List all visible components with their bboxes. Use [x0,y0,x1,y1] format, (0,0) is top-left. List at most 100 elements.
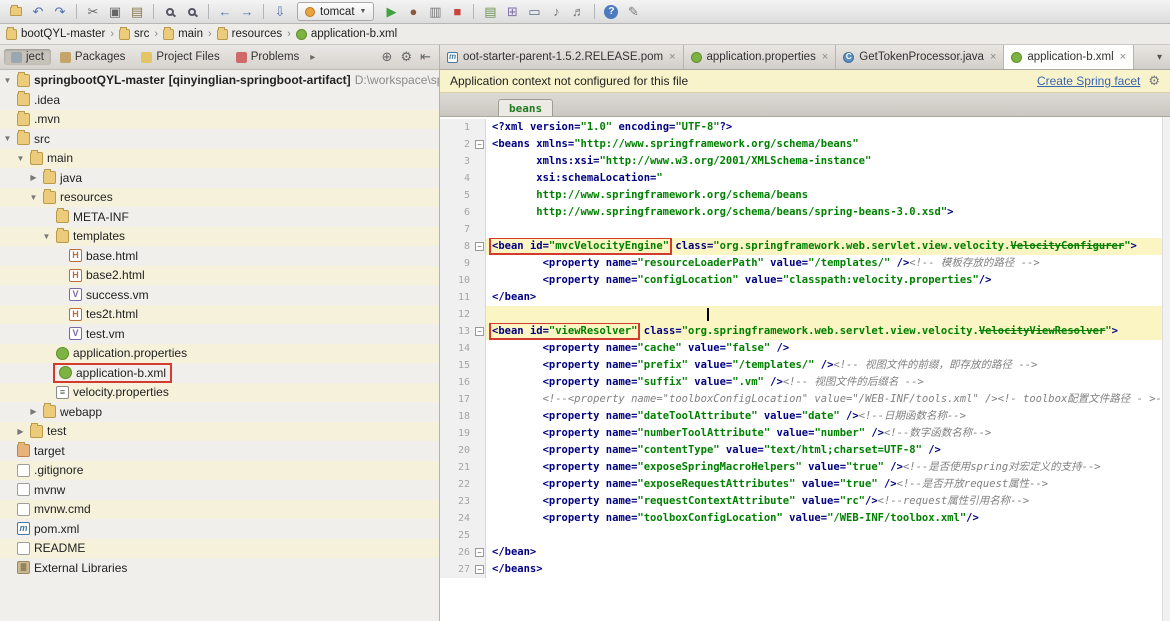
chevron-down-icon[interactable]: ▼ [15,154,26,163]
tree-item-meta-inf[interactable]: META-INF [0,207,439,227]
breadcrumb-item-src[interactable]: src [119,28,149,40]
back-icon[interactable]: ← [215,3,235,21]
help-icon[interactable]: ? [604,5,618,19]
panel-tab-problems[interactable]: Problems [229,49,307,65]
tree-item-tes2t-html[interactable]: Htes2t.html [0,305,439,325]
chevron-right-icon[interactable]: ▶ [15,427,26,436]
tree-item-test[interactable]: ▶test [0,422,439,442]
fold-icon[interactable]: − [475,548,484,557]
fold-icon[interactable]: − [475,565,484,574]
chevron-down-icon[interactable]: ▼ [2,134,13,143]
code-line-16[interactable]: 16 <property name="suffix" value=".vm" /… [440,374,1162,391]
code-line-15[interactable]: 15 <property name="prefix" value="/templ… [440,357,1162,374]
banner-settings-gear-icon[interactable]: ⚙ [1148,73,1160,89]
close-icon[interactable]: × [1120,51,1126,63]
code-line-27[interactable]: 27−</beans> [440,561,1162,578]
tree-item-test-vm[interactable]: Vtest.vm [0,324,439,344]
preview-icon[interactable]: ▭ [524,3,544,21]
hide-panel-icon[interactable]: ⇤ [420,49,431,65]
music-icon[interactable]: ♪ [546,3,566,21]
tree-item-main[interactable]: ▼main [0,149,439,169]
code-line-3[interactable]: 3 xmlns:xsi="http://www.w3.org/2001/XMLS… [440,153,1162,170]
tree-item-application-properties[interactable]: application.properties [0,344,439,364]
redo-icon[interactable]: ↷ [50,3,70,21]
tree-item-templates[interactable]: ▼templates [0,227,439,247]
code-line-12[interactable]: 12 [440,306,1162,323]
code-line-19[interactable]: 19 <property name="numberToolAttribute" … [440,425,1162,442]
structure-tab-beans[interactable]: beans [498,99,553,116]
scroll-from-source-icon[interactable]: ⊕ [382,49,393,65]
tree-item-mvnw[interactable]: mvnw [0,480,439,500]
code-line-6[interactable]: 6 http://www.springframework.org/schema/… [440,204,1162,221]
undo-icon[interactable]: ↶ [28,3,48,21]
code-line-20[interactable]: 20 <property name="contentType" value="t… [440,442,1162,459]
edit-config-icon[interactable]: ✎ [623,3,643,21]
chevron-down-icon[interactable]: ▼ [2,76,13,85]
tree-item-gitignore[interactable]: .gitignore [0,461,439,481]
tree-item-success-vm[interactable]: Vsuccess.vm [0,285,439,305]
code-line-14[interactable]: 14 <property name="cache" value="false" … [440,340,1162,357]
panel-tab-packages[interactable]: Packages [53,49,133,65]
fold-icon[interactable]: − [475,242,484,251]
chevron-right-icon[interactable]: ▶ [28,173,39,182]
editor-scrollbar[interactable] [1162,117,1170,621]
tree-item-application-b-xml[interactable]: application-b.xml [0,363,439,383]
tree-item-velocity-properties[interactable]: ≡velocity.properties [0,383,439,403]
panel-tab-project-files[interactable]: Project Files [134,49,226,65]
tree-item-pom-xml[interactable]: mpom.xml [0,519,439,539]
cut-icon[interactable]: ✂ [83,3,103,21]
close-icon[interactable]: × [669,51,675,63]
macros-icon[interactable]: ♬ [568,3,588,21]
code-line-22[interactable]: 22 <property name="exposeRequestAttribut… [440,476,1162,493]
breadcrumb-item-bootqyl-master[interactable]: bootQYL-master [6,28,105,40]
chevron-down-icon[interactable]: ▼ [28,193,39,202]
tree-item-resources[interactable]: ▼resources [0,188,439,208]
run-icon[interactable]: ▶ [381,3,401,21]
editor-tab-gettokenprocessor-java[interactable]: CGetTokenProcessor.java× [836,45,1004,69]
fold-icon[interactable]: − [475,140,484,149]
settings-gear-icon[interactable]: ⚙ [400,49,412,65]
project-structure-icon[interactable]: ⊞ [502,3,522,21]
code-line-7[interactable]: 7 [440,221,1162,238]
update-project-icon[interactable]: ⇩ [270,3,290,21]
paste-icon[interactable]: ▤ [127,3,147,21]
breadcrumb-item-application-b-xml[interactable]: application-b.xml [296,28,397,40]
tree-item-external-libraries[interactable]: ≣External Libraries [0,558,439,578]
coverage-icon[interactable]: ▥ [425,3,445,21]
code-line-26[interactable]: 26−</bean> [440,544,1162,561]
code-line-2[interactable]: 2−<beans xmlns="http://www.springframewo… [440,136,1162,153]
tree-item-base2-html[interactable]: Hbase2.html [0,266,439,286]
breadcrumb-item-resources[interactable]: resources [217,28,283,40]
code-line-5[interactable]: 5 http://www.springframework.org/schema/… [440,187,1162,204]
code-line-21[interactable]: 21 <property name="exposeSpringMacroHelp… [440,459,1162,476]
code-line-10[interactable]: 10 <property name="configLocation" value… [440,272,1162,289]
tree-root[interactable]: ▼ springbootQYL-master [qinyinglian-spri… [0,70,439,90]
fold-icon[interactable]: − [475,327,484,336]
code-line-17[interactable]: 17 <!--<property name="toolboxConfigLoca… [440,391,1162,408]
close-icon[interactable]: × [822,51,828,63]
close-icon[interactable]: × [990,51,996,63]
panel-tab-ject[interactable]: ject [4,49,51,65]
tree-item-java[interactable]: ▶java [0,168,439,188]
editor-tab-oot-starter-parent-1-5-2-release-pom[interactable]: moot-starter-parent-1.5.2.RELEASE.pom× [440,45,684,69]
tree-item-idea[interactable]: .idea [0,90,439,110]
chevron-right-icon[interactable]: ▶ [28,407,39,416]
code-line-9[interactable]: 9 <property name="resourceLoaderPath" va… [440,255,1162,272]
code-line-13[interactable]: 13−<bean id="viewResolver" class="org.sp… [440,323,1162,340]
find-icon[interactable] [160,3,180,21]
run-config-select[interactable]: tomcat▼ [297,2,374,21]
stop-icon[interactable]: ■ [447,3,467,21]
tree-item-webapp[interactable]: ▶webapp [0,402,439,422]
editor-tab-application-b-xml[interactable]: application-b.xml× [1004,45,1134,69]
code-line-25[interactable]: 25 [440,527,1162,544]
code-line-18[interactable]: 18 <property name="dateToolAttribute" va… [440,408,1162,425]
chevron-down-icon[interactable]: ▼ [41,232,52,241]
copy-icon[interactable]: ▣ [105,3,125,21]
open-icon[interactable] [6,3,26,21]
code-line-1[interactable]: 1<?xml version="1.0" encoding="UTF-8"?> [440,119,1162,136]
changes-icon[interactable]: ▤ [480,3,500,21]
debug-icon[interactable]: ● [403,3,423,21]
tree-item-target[interactable]: target [0,441,439,461]
editor-tab-application-properties[interactable]: application.properties× [684,45,837,69]
breadcrumb-item-main[interactable]: main [163,28,203,40]
